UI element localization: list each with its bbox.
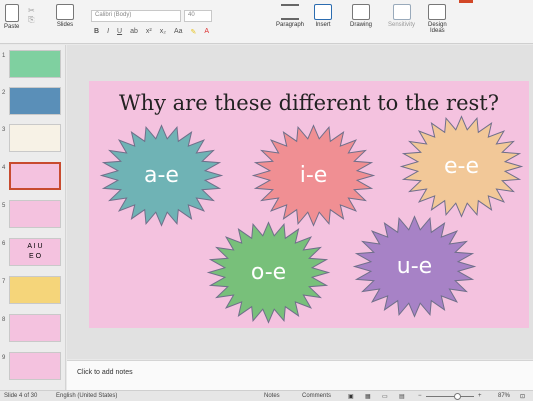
thumb-letters-1: A I U: [27, 243, 43, 250]
slide-thumbnail-pane: 1 2 3 4 5 6 A I U E O 7 8 9: [0, 45, 66, 390]
comments-toggle[interactable]: Comments: [302, 393, 331, 399]
language-indicator[interactable]: English (United States): [56, 393, 117, 399]
design-ideas-button[interactable]: Design Ideas: [428, 4, 447, 34]
design-ideas-label-2: Ideas: [430, 28, 445, 34]
status-bar: Slide 4 of 30 English (United States) No…: [0, 390, 533, 401]
align-icon: [281, 4, 300, 20]
burst-label: i-e: [299, 163, 328, 188]
highlight-icon[interactable]: ✎: [191, 28, 197, 36]
sorter-view-icon[interactable]: ▦: [365, 393, 371, 400]
slide-thumbnail-2[interactable]: [9, 87, 61, 115]
font-color-icon[interactable]: A: [204, 28, 209, 36]
strike-button[interactable]: ab: [130, 28, 138, 36]
subscript-button[interactable]: x₂: [160, 28, 166, 36]
clipboard-icon: [4, 4, 19, 22]
burst-label: a-e: [144, 163, 179, 188]
fit-to-window-icon[interactable]: ⊡: [520, 393, 525, 400]
thumb-number: 7: [2, 279, 6, 285]
slide-thumbnail-6[interactable]: A I U E O: [9, 238, 61, 266]
zoom-in-button[interactable]: +: [478, 393, 482, 399]
font-name-field[interactable]: Calibri (Body): [91, 10, 181, 22]
insert-label: Insert: [315, 22, 331, 28]
scissors-icon: ✂: [28, 6, 35, 15]
thumb-number: 5: [2, 203, 6, 209]
superscript-button[interactable]: x²: [146, 28, 152, 36]
thumb-number: 4: [2, 165, 6, 171]
account-indicator: [459, 0, 473, 3]
font-size-field[interactable]: 40: [184, 10, 212, 22]
change-case-button[interactable]: Aa: [174, 28, 183, 36]
slideshow-icon[interactable]: ▤: [399, 393, 405, 400]
notes-pane[interactable]: Click to add notes: [67, 360, 533, 390]
burst-label: u-e: [396, 254, 433, 279]
underline-button[interactable]: U: [117, 28, 122, 36]
notes-toggle[interactable]: Notes: [264, 393, 280, 399]
slide-canvas[interactable]: Why are these different to the rest? a-e…: [89, 81, 529, 328]
burst-label: e-e: [443, 154, 479, 179]
format-painter-icon: ⎘: [28, 15, 35, 24]
paragraph-button[interactable]: Paragraph: [276, 4, 304, 28]
slide-thumbnail-3[interactable]: [9, 124, 61, 152]
slide-thumbnail-7[interactable]: [9, 276, 61, 304]
zoom-slider-handle[interactable]: [454, 393, 461, 400]
zoom-slider[interactable]: [426, 396, 474, 397]
slide-thumbnail-9[interactable]: [9, 352, 61, 380]
drawing-button[interactable]: Drawing: [350, 4, 372, 28]
insert-button[interactable]: Insert: [314, 4, 332, 28]
drawing-label: Drawing: [350, 22, 373, 28]
format-buttons: B I U ab x² x₂ Aa ✎ A: [94, 28, 209, 36]
thumb-number: 2: [2, 90, 6, 96]
slides-label: Slides: [56, 22, 74, 28]
thumb-number: 3: [2, 127, 6, 133]
thumb-number: 1: [2, 53, 6, 59]
zoom-out-button[interactable]: −: [418, 393, 422, 399]
shapes-icon: [352, 4, 370, 20]
paragraph-label: Paragraph: [276, 22, 305, 28]
notes-placeholder: Click to add notes: [77, 369, 133, 376]
insert-textbox-icon: [314, 4, 332, 20]
slides-button[interactable]: Slides: [56, 4, 74, 28]
italic-button[interactable]: I: [107, 28, 109, 36]
design-ideas-icon: [428, 4, 447, 20]
slide-title[interactable]: Why are these different to the rest?: [89, 91, 529, 115]
slide-thumbnail-4[interactable]: [9, 162, 61, 190]
burst-label: o-e: [250, 260, 287, 285]
slide-thumbnail-1[interactable]: [9, 50, 61, 78]
slide-counter: Slide 4 of 30: [4, 393, 38, 399]
normal-view-icon[interactable]: ▣: [348, 393, 354, 400]
slide-thumbnail-5[interactable]: [9, 200, 61, 228]
ribbon: Paste ✂ ⎘ Slides Calibri (Body) 40 B I U…: [0, 0, 533, 44]
layout-icon: [56, 4, 74, 20]
paste-label: Paste: [4, 24, 20, 30]
thumb-number: 6: [2, 241, 6, 247]
zoom-level[interactable]: 87%: [498, 393, 510, 399]
sensitivity-label: Sensitivity: [388, 22, 416, 28]
thumb-number: 9: [2, 355, 6, 361]
bold-button[interactable]: B: [94, 28, 99, 36]
slide-thumbnail-8[interactable]: [9, 314, 61, 342]
sensitivity-icon: [392, 4, 411, 20]
thumb-number: 8: [2, 317, 6, 323]
thumb-letters-2: E O: [28, 253, 42, 260]
sensitivity-button[interactable]: Sensitivity: [388, 4, 415, 28]
paste-button[interactable]: Paste: [4, 4, 19, 30]
cut-copy-icons[interactable]: ✂ ⎘: [28, 6, 35, 25]
reading-view-icon[interactable]: ▭: [382, 393, 388, 400]
